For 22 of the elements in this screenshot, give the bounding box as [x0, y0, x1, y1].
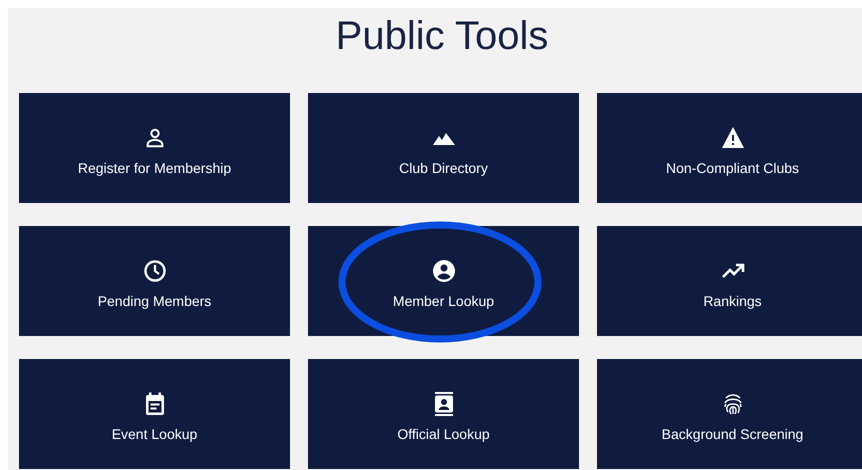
tool-tile[interactable]: Rankings [597, 226, 862, 336]
tool-label: Rankings [703, 293, 762, 309]
warning-icon [720, 126, 746, 150]
tool-tile[interactable]: Official Lookup [308, 359, 579, 469]
tool-label: Official Lookup [397, 426, 490, 442]
page-title: Public Tools [334, 13, 550, 60]
tool-tile[interactable]: Register for Membership [19, 93, 290, 203]
tool-label: Register for Membership [78, 160, 232, 176]
tool-tile[interactable]: Background Screening [597, 359, 862, 469]
tool-tile[interactable]: Pending Members [19, 226, 290, 336]
tool-tile[interactable]: Club Directory [308, 93, 579, 203]
tool-label: Pending Members [98, 293, 212, 309]
tool-label: Club Directory [399, 160, 488, 176]
tool-label: Background Screening [662, 426, 804, 442]
clock-icon [142, 259, 166, 283]
tool-tile[interactable]: Non-Compliant Clubs [597, 93, 862, 203]
account-icon [432, 259, 456, 283]
tool-label: Non-Compliant Clubs [666, 160, 800, 176]
person-icon [144, 126, 166, 150]
tool-label: Member Lookup [392, 293, 494, 309]
tool-tile[interactable]: Event Lookup [19, 359, 290, 469]
tool-label: Event Lookup [112, 426, 198, 442]
